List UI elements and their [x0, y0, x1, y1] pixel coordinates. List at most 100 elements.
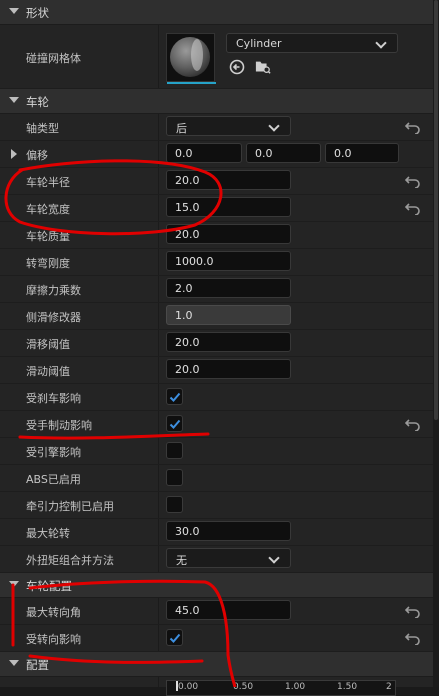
- max-wheelspin-label: 最大轮转: [26, 527, 70, 540]
- row-affected-by-engine: 受引擎影响: [0, 438, 433, 465]
- section-wheel-setup-header[interactable]: 车轮配置: [0, 573, 433, 598]
- wheel-mass-field[interactable]: 20.0: [166, 224, 291, 244]
- slip-threshold-label: 滑移阈值: [26, 338, 70, 351]
- wheel-width-label: 车轮宽度: [26, 203, 70, 216]
- section-shape-header[interactable]: 形状: [0, 0, 433, 25]
- reset-arrow-icon[interactable]: [405, 604, 421, 618]
- offset-label: 偏移: [26, 149, 48, 162]
- wheel-radius-field[interactable]: 20.0: [166, 170, 291, 190]
- side-slip-field[interactable]: 1.0: [166, 305, 291, 325]
- curve-tick: 0.00: [178, 682, 199, 692]
- row-slip-threshold: 滑移阈值 20.0: [0, 330, 433, 357]
- section-title: 车轮配置: [26, 579, 72, 593]
- row-skid-threshold: 滑动阈值 20.0: [0, 357, 433, 384]
- scrollbar-thumb[interactable]: [434, 0, 438, 420]
- wheel-mass-label: 车轮质量: [26, 230, 70, 243]
- chevron-down-icon: [9, 8, 19, 14]
- affected-by-brake-label: 受刹车影响: [26, 392, 81, 405]
- vertical-scrollbar[interactable]: [433, 0, 439, 687]
- max-steer-angle-label: 最大转向角: [26, 606, 81, 619]
- details-panel: 形状 碰撞网格体 Cylinder 车轮 轴类型 后 偏移 0.0 0.0 0.…: [0, 0, 433, 696]
- mesh-thumbnail[interactable]: [166, 33, 216, 84]
- max-steer-angle-field[interactable]: 45.0: [166, 600, 291, 620]
- checkmark-icon: [169, 392, 181, 402]
- axle-type-combo[interactable]: 后: [166, 116, 291, 136]
- friction-multiplier-field[interactable]: 2.0: [166, 278, 291, 298]
- slip-threshold-field[interactable]: 20.0: [166, 332, 291, 352]
- row-axle-type: 轴类型 后: [0, 114, 433, 141]
- mesh-asset-combo[interactable]: Cylinder: [226, 33, 398, 53]
- chevron-down-icon: [268, 552, 280, 564]
- row-affected-by-brake: 受刹车影响: [0, 384, 433, 411]
- chevron-down-icon: [375, 37, 387, 49]
- axle-type-value: 后: [176, 122, 187, 135]
- side-slip-label: 侧滑修改器: [26, 311, 81, 324]
- reset-arrow-icon[interactable]: [405, 631, 421, 645]
- row-torque-combine: 外扭矩组合并方法 无: [0, 546, 433, 573]
- section-config-header[interactable]: 配置: [0, 652, 433, 677]
- row-affected-by-steering: 受转向影响: [0, 625, 433, 652]
- curve-tick: 2: [386, 682, 392, 692]
- checkmark-icon: [169, 419, 181, 429]
- wheel-width-field[interactable]: 15.0: [166, 197, 291, 217]
- row-max-steer-angle: 最大转向角 45.0: [0, 598, 433, 625]
- torque-combine-combo[interactable]: 无: [166, 548, 291, 568]
- skid-threshold-field[interactable]: 20.0: [166, 359, 291, 379]
- row-traction-control: 牵引力控制已启用: [0, 492, 433, 519]
- row-affected-by-handbrake: 受手制动影响: [0, 411, 433, 438]
- section-title: 车轮: [26, 95, 49, 109]
- abs-enabled-label: ABS已启用: [26, 473, 81, 486]
- mesh-asset-value: Cylinder: [236, 37, 282, 50]
- friction-multiplier-label: 摩擦力乘数: [26, 284, 81, 297]
- torque-combine-label: 外扭矩组合并方法: [26, 554, 114, 567]
- row-offset: 偏移 0.0 0.0 0.0: [0, 141, 433, 168]
- offset-x-field[interactable]: 0.0: [166, 143, 242, 163]
- affected-by-steering-checkbox[interactable]: [166, 629, 183, 646]
- row-wheel-mass: 车轮质量 20.0: [0, 222, 433, 249]
- max-wheelspin-field[interactable]: 30.0: [166, 521, 291, 541]
- axle-type-label: 轴类型: [26, 122, 59, 135]
- abs-enabled-checkbox[interactable]: [166, 469, 183, 486]
- section-title: 配置: [26, 658, 49, 672]
- reset-arrow-icon[interactable]: [405, 120, 421, 134]
- curve-tick: 0.50: [233, 682, 254, 692]
- expand-arrow-icon[interactable]: [11, 149, 17, 159]
- chevron-down-icon: [9, 97, 19, 103]
- chevron-down-icon: [9, 581, 19, 587]
- section-title: 形状: [26, 6, 49, 20]
- chevron-down-icon: [268, 120, 280, 132]
- affected-by-handbrake-checkbox[interactable]: [166, 415, 183, 432]
- skid-threshold-label: 滑动阈值: [26, 365, 70, 378]
- section-wheel-header[interactable]: 车轮: [0, 89, 433, 114]
- collision-mesh-label: 碰撞网格体: [26, 52, 81, 65]
- config-curve-ruler[interactable]: 0.00 0.50 1.00 1.50 2: [166, 680, 396, 696]
- row-friction-multiplier: 摩擦力乘数 2.0: [0, 276, 433, 303]
- offset-z-field[interactable]: 0.0: [325, 143, 399, 163]
- affected-by-handbrake-label: 受手制动影响: [26, 419, 92, 432]
- traction-control-checkbox[interactable]: [166, 496, 183, 513]
- cornering-stiffness-label: 转弯刚度: [26, 257, 70, 270]
- browse-arrow-icon[interactable]: [229, 59, 245, 75]
- torque-combine-value: 无: [176, 554, 187, 567]
- cornering-stiffness-field[interactable]: 1000.0: [166, 251, 291, 271]
- offset-y-field[interactable]: 0.0: [246, 143, 321, 163]
- affected-by-engine-checkbox[interactable]: [166, 442, 183, 459]
- wheel-radius-label: 车轮半径: [26, 176, 70, 189]
- curve-tick: 1.00: [285, 682, 306, 692]
- traction-control-label: 牵引力控制已启用: [26, 500, 114, 513]
- row-cornering-stiffness: 转弯刚度 1000.0: [0, 249, 433, 276]
- row-side-slip-modifier: 侧滑修改器 1.0: [0, 303, 433, 330]
- row-wheel-radius: 车轮半径 20.0: [0, 168, 433, 195]
- row-wheel-width: 车轮宽度 15.0: [0, 195, 433, 222]
- row-max-wheelspin: 最大轮转 30.0: [0, 519, 433, 546]
- affected-by-brake-checkbox[interactable]: [166, 388, 183, 405]
- cylinder-preview-icon: [170, 37, 210, 77]
- find-in-content-icon[interactable]: [255, 59, 271, 75]
- reset-arrow-icon[interactable]: [405, 201, 421, 215]
- reset-arrow-icon[interactable]: [405, 174, 421, 188]
- affected-by-engine-label: 受引擎影响: [26, 446, 81, 459]
- chevron-down-icon: [9, 660, 19, 666]
- affected-by-steering-label: 受转向影响: [26, 633, 81, 646]
- curve-tick: 1.50: [337, 682, 358, 692]
- reset-arrow-icon[interactable]: [405, 417, 421, 431]
